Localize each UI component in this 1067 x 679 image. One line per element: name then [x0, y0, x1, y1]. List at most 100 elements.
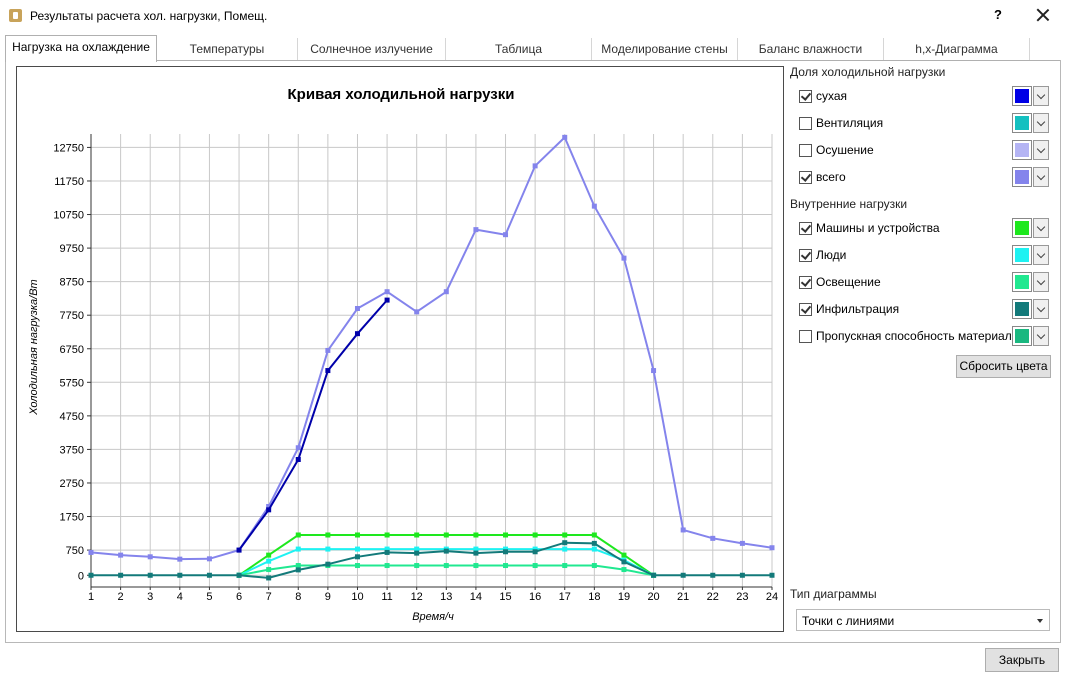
lighting-checkbox[interactable]	[799, 276, 812, 289]
data-point	[591, 546, 597, 552]
x-tick-label: 16	[529, 591, 541, 603]
chart-type-select[interactable]: Точки с линиями	[796, 609, 1050, 631]
infiltration-checkbox[interactable]	[799, 303, 812, 316]
data-point	[503, 232, 509, 238]
material-throughput-label: Пропускная способность материала	[816, 329, 1019, 343]
x-axis-label: Время/ч	[412, 611, 454, 623]
people-color-dropdown[interactable]	[1033, 245, 1049, 265]
chevron-down-icon	[1036, 276, 1046, 286]
y-tick-label: 9750	[60, 243, 84, 255]
data-point	[88, 549, 94, 555]
data-point	[503, 532, 509, 538]
window-title: Результаты расчета хол. нагрузки, Помещ.	[30, 9, 268, 23]
machines-color-swatch[interactable]	[1012, 218, 1032, 238]
material-throughput-color-dropdown[interactable]	[1033, 326, 1049, 346]
dry-color-swatch[interactable]	[1012, 86, 1032, 106]
x-tick-label: 4	[177, 591, 183, 603]
infiltration-color-swatch[interactable]	[1012, 299, 1032, 319]
ventilation-color-swatch[interactable]	[1012, 113, 1032, 133]
data-point	[414, 563, 420, 569]
chart-grid	[90, 134, 773, 587]
option-dry[interactable]: сухая	[799, 86, 1051, 108]
y-tick-label: 6750	[60, 344, 84, 356]
help-button[interactable]: ?	[988, 5, 1008, 25]
data-point	[769, 545, 775, 551]
data-point	[236, 572, 242, 578]
y-tick-label: 10750	[53, 210, 84, 222]
data-point	[266, 567, 272, 573]
tab-wall-modeling[interactable]: Моделирование стены	[592, 38, 738, 60]
people-checkbox[interactable]	[799, 249, 812, 262]
chevron-down-icon	[1036, 222, 1046, 232]
data-point	[147, 554, 153, 560]
x-tick-label: 14	[470, 591, 482, 603]
data-point	[532, 532, 538, 538]
tab-solar-radiation[interactable]: Солнечное излучение	[298, 38, 446, 60]
total-color-dropdown[interactable]	[1033, 167, 1049, 187]
material-throughput-checkbox[interactable]	[799, 330, 812, 343]
option-people[interactable]: Люди	[799, 245, 1051, 267]
ventilation-color-dropdown[interactable]	[1033, 113, 1049, 133]
data-point	[266, 507, 272, 513]
x-tick-label: 17	[559, 591, 571, 603]
machines-label: Машины и устройства	[816, 221, 940, 235]
x-tick-label: 8	[295, 591, 301, 603]
infiltration-color-dropdown[interactable]	[1033, 299, 1049, 319]
y-tick-label: 750	[66, 545, 84, 557]
series-1	[236, 297, 390, 553]
dry-color-dropdown[interactable]	[1033, 86, 1049, 106]
machines-color-dropdown[interactable]	[1033, 218, 1049, 238]
total-checkbox[interactable]	[799, 171, 812, 184]
data-point	[680, 527, 686, 533]
lighting-color-dropdown[interactable]	[1033, 272, 1049, 292]
data-point	[384, 563, 390, 569]
people-color-swatch[interactable]	[1012, 245, 1032, 265]
data-point	[118, 552, 124, 558]
dehumidification-color-dropdown[interactable]	[1033, 140, 1049, 160]
lighting-color-swatch[interactable]	[1012, 272, 1032, 292]
data-point	[147, 572, 153, 578]
x-tick-label: 18	[588, 591, 600, 603]
machines-checkbox[interactable]	[799, 222, 812, 235]
total-label: всего	[816, 170, 846, 184]
reset-colors-button[interactable]: Сбросить цвета	[956, 355, 1051, 378]
tab-cooling-load[interactable]: Нагрузка на охлаждение	[5, 35, 157, 62]
y-axis-label: Холодильная нагрузка/Вт	[28, 279, 40, 415]
dehumidification-color-swatch[interactable]	[1012, 140, 1032, 160]
x-tick-label: 23	[736, 591, 748, 603]
data-point	[266, 575, 272, 581]
option-dehumidification[interactable]: Осушение	[799, 140, 1051, 162]
series-5	[88, 540, 775, 581]
x-tick-label: 22	[707, 591, 719, 603]
ventilation-checkbox[interactable]	[799, 117, 812, 130]
data-point	[739, 572, 745, 578]
data-point	[591, 532, 597, 538]
option-ventilation[interactable]: Вентиляция	[799, 113, 1051, 135]
option-machines[interactable]: Машины и устройства	[799, 218, 1051, 240]
tab-humidity-balance[interactable]: Баланс влажности	[738, 38, 884, 60]
option-material-throughput[interactable]: Пропускная способность материала	[799, 326, 1051, 348]
data-point	[503, 549, 509, 555]
y-tick-label: 2750	[60, 478, 84, 490]
dry-checkbox[interactable]	[799, 90, 812, 103]
tab-temperatures[interactable]: Температуры	[157, 38, 298, 60]
close-button[interactable]: Закрыть	[985, 648, 1059, 672]
x-tick-label: 10	[351, 591, 363, 603]
dehumidification-checkbox[interactable]	[799, 144, 812, 157]
cooling-load-chart: 1 2 3 4 5 6 7 8 9 10 11 12 13 14 15 16 17 18 19 20 21 22 23 240…	[28, 86, 778, 623]
x-tick-label: 2	[118, 591, 124, 603]
data-point	[473, 550, 479, 556]
material-throughput-color-swatch[interactable]	[1012, 326, 1032, 346]
data-point	[621, 255, 627, 261]
tab-table[interactable]: Таблица	[446, 38, 592, 60]
tab-hx-diagram[interactable]: h,x-Диаграмма	[884, 38, 1030, 60]
data-point	[177, 572, 183, 578]
close-icon[interactable]	[1033, 5, 1053, 25]
option-total[interactable]: всего	[799, 167, 1051, 189]
data-point	[354, 546, 360, 552]
option-infiltration[interactable]: Инфильтрация	[799, 299, 1051, 321]
option-lighting[interactable]: Освещение	[799, 272, 1051, 294]
total-color-swatch[interactable]	[1012, 167, 1032, 187]
x-tick-label: 21	[677, 591, 689, 603]
data-point	[295, 456, 301, 462]
